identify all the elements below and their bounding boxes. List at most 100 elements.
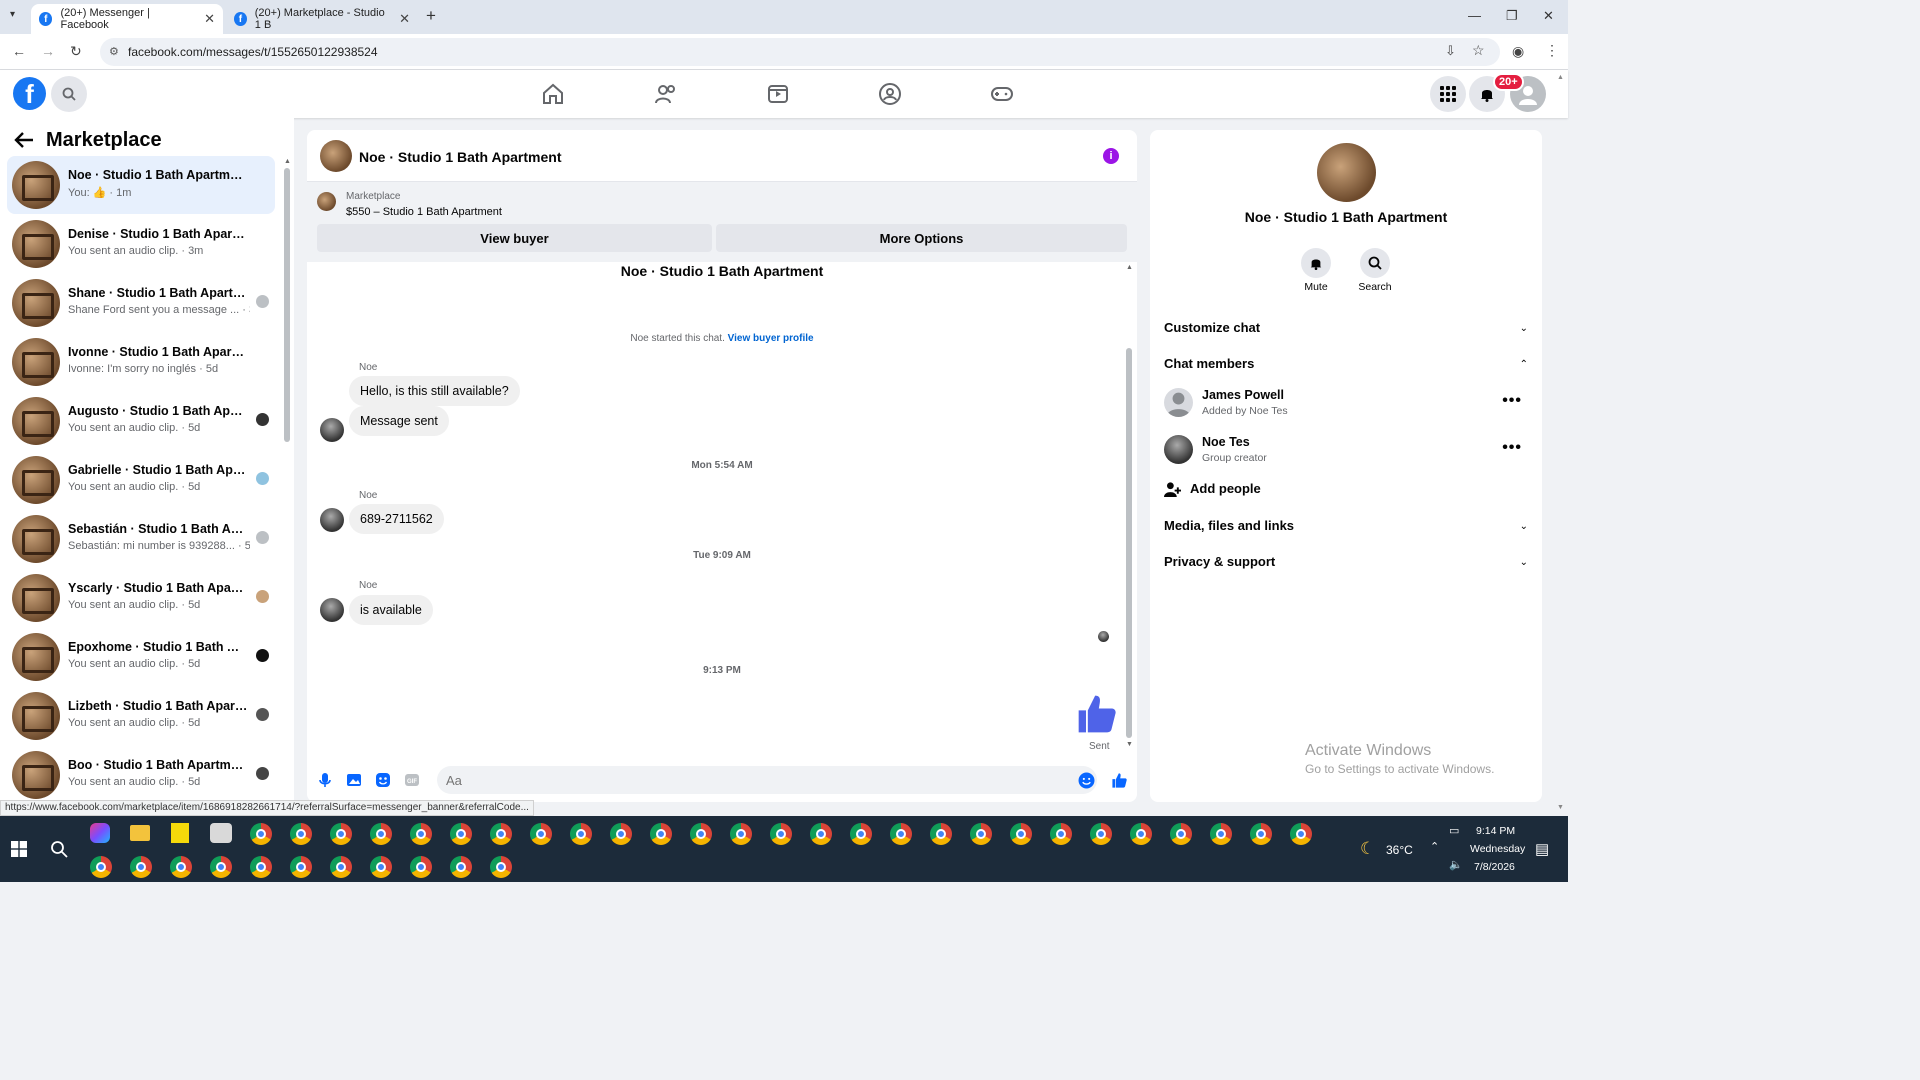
page-scroll-up-icon[interactable]: ▲ xyxy=(1557,74,1564,81)
add-person-icon[interactable] xyxy=(1164,481,1181,498)
sticky-notes-icon[interactable] xyxy=(171,823,189,843)
chrome-window-icon[interactable] xyxy=(290,856,312,878)
conversation-avatar[interactable] xyxy=(12,574,60,622)
chevron-down-icon[interactable]: ⌄ xyxy=(1520,323,1528,334)
chevron-down-icon[interactable]: ⌄ xyxy=(1520,521,1528,532)
message-bubble[interactable]: Message sent xyxy=(349,406,449,436)
site-info-icon[interactable]: ⚙ xyxy=(109,45,119,58)
conversation-avatar[interactable] xyxy=(12,397,60,445)
chrome-window-icon[interactable] xyxy=(330,856,352,878)
chrome-window-icon[interactable] xyxy=(1170,823,1192,845)
chrome-window-icon[interactable] xyxy=(90,856,112,878)
gaming-icon[interactable] xyxy=(990,82,1014,106)
conversation-item[interactable]: Noe · Studio 1 Bath Apartment You: 👍 · 1m xyxy=(7,156,275,214)
forward-icon[interactable]: → xyxy=(41,43,55,59)
media-files-links-row[interactable]: Media, files and links xyxy=(1164,518,1294,533)
notification-center-icon[interactable]: ▤ xyxy=(1535,840,1549,858)
member-name[interactable]: James Powell xyxy=(1202,388,1284,402)
clock-time[interactable]: 9:14 PM xyxy=(1476,825,1515,837)
profile-icon[interactable]: ◉ xyxy=(1512,43,1524,60)
conversation-item[interactable]: Boo · Studio 1 Bath Apartment You sent an… xyxy=(7,746,275,804)
gif-icon[interactable]: GIF xyxy=(404,772,420,788)
sender-avatar[interactable] xyxy=(320,508,344,532)
tab-messenger[interactable]: f (20+) Messenger | Facebook ✕ xyxy=(31,4,223,34)
chrome-window-icon[interactable] xyxy=(370,856,392,878)
chat-avatar[interactable] xyxy=(320,140,352,172)
member-options-icon[interactable]: ••• xyxy=(1502,439,1522,457)
sticker-icon[interactable] xyxy=(375,772,391,788)
chrome-window-icon[interactable] xyxy=(1130,823,1152,845)
customize-chat-row[interactable]: Customize chat xyxy=(1164,320,1260,335)
chrome-window-icon[interactable] xyxy=(410,823,432,845)
weather-temperature[interactable]: 36°C xyxy=(1386,843,1413,857)
reload-icon[interactable]: ↻ xyxy=(70,43,82,60)
windows-start-icon[interactable] xyxy=(11,841,27,857)
menu-grid-button[interactable] xyxy=(1430,76,1466,112)
view-buyer-button[interactable]: View buyer xyxy=(317,224,712,252)
chat-scrollbar[interactable] xyxy=(1126,348,1132,738)
chrome-window-icon[interactable] xyxy=(490,856,512,878)
friends-icon[interactable] xyxy=(654,82,678,106)
conversation-avatar[interactable] xyxy=(12,751,60,799)
chrome-window-icon[interactable] xyxy=(1050,823,1072,845)
chrome-window-icon[interactable] xyxy=(770,823,792,845)
conversation-avatar[interactable] xyxy=(12,456,60,504)
chrome-window-icon[interactable] xyxy=(250,856,272,878)
mute-button[interactable] xyxy=(1301,248,1331,278)
chevron-down-icon[interactable]: ⌄ xyxy=(1520,557,1528,568)
member-options-icon[interactable]: ••• xyxy=(1502,392,1522,410)
page-scroll-down-icon[interactable]: ▼ xyxy=(1557,804,1564,811)
chrome-window-icon[interactable] xyxy=(690,823,712,845)
bookmark-star-icon[interactable]: ☆ xyxy=(1472,42,1485,59)
clock-day[interactable]: Wednesday xyxy=(1470,843,1525,855)
chrome-window-icon[interactable] xyxy=(570,823,592,845)
chrome-window-icon[interactable] xyxy=(850,823,872,845)
chrome-window-icon[interactable] xyxy=(210,856,232,878)
chrome-window-icon[interactable] xyxy=(650,823,672,845)
like-sticker-icon[interactable] xyxy=(1075,692,1119,736)
install-app-icon[interactable]: ⇩ xyxy=(1445,43,1456,59)
message-bubble[interactable]: Hello, is this still available? xyxy=(349,376,520,406)
chrome-window-icon[interactable] xyxy=(330,823,352,845)
network-icon[interactable]: ▭ xyxy=(1449,824,1459,837)
chat-members-row[interactable]: Chat members xyxy=(1164,356,1254,371)
minimize-icon[interactable]: — xyxy=(1468,8,1481,23)
close-tab-icon[interactable]: ✕ xyxy=(204,11,215,27)
view-buyer-profile-link[interactable]: View buyer profile xyxy=(728,333,814,344)
facebook-logo-icon[interactable]: f xyxy=(13,77,46,110)
close-window-icon[interactable]: ✕ xyxy=(1543,8,1554,24)
info-icon[interactable]: i xyxy=(1103,148,1119,164)
chrome-window-icon[interactable] xyxy=(530,823,552,845)
privacy-support-row[interactable]: Privacy & support xyxy=(1164,554,1275,569)
chrome-window-icon[interactable] xyxy=(1010,823,1032,845)
tray-overflow-icon[interactable]: ⌃ xyxy=(1430,840,1439,853)
chrome-window-icon[interactable] xyxy=(970,823,992,845)
message-bubble[interactable]: is available xyxy=(349,595,433,625)
chrome-window-icon[interactable] xyxy=(810,823,832,845)
chrome-window-icon[interactable] xyxy=(410,856,432,878)
microphone-icon[interactable] xyxy=(317,772,333,788)
emoji-icon[interactable] xyxy=(1078,772,1095,789)
chrome-window-icon[interactable] xyxy=(490,823,512,845)
add-people-button[interactable]: Add people xyxy=(1190,481,1261,496)
chrome-window-icon[interactable] xyxy=(290,823,312,845)
tab-search-chevron-icon[interactable]: ▾ xyxy=(10,9,15,20)
video-icon[interactable] xyxy=(766,82,790,106)
member-avatar[interactable] xyxy=(1164,388,1193,417)
copilot-icon[interactable] xyxy=(90,823,110,843)
volume-icon[interactable]: 🔈 xyxy=(1449,858,1463,871)
conversation-avatar[interactable] xyxy=(12,338,60,386)
scroll-up-icon[interactable]: ▲ xyxy=(284,158,291,165)
conversation-item[interactable]: Gabrielle · Studio 1 Bath Apart... You se… xyxy=(7,451,275,509)
chrome-window-icon[interactable] xyxy=(1290,823,1312,845)
address-bar[interactable]: ⚙ facebook.com/messages/t/15526501229385… xyxy=(100,38,1500,66)
chrome-window-icon[interactable] xyxy=(730,823,752,845)
back-icon[interactable]: ← xyxy=(12,43,26,59)
new-tab-icon[interactable]: + xyxy=(426,6,436,26)
conversation-avatar[interactable] xyxy=(12,692,60,740)
conversation-item[interactable]: Augusto · Studio 1 Bath Apart... You sent… xyxy=(7,392,275,450)
member-name[interactable]: Noe Tes xyxy=(1202,435,1250,449)
back-arrow-icon[interactable] xyxy=(14,131,34,149)
sidebar-scrollbar[interactable] xyxy=(284,168,290,442)
chrome-window-icon[interactable] xyxy=(250,823,272,845)
